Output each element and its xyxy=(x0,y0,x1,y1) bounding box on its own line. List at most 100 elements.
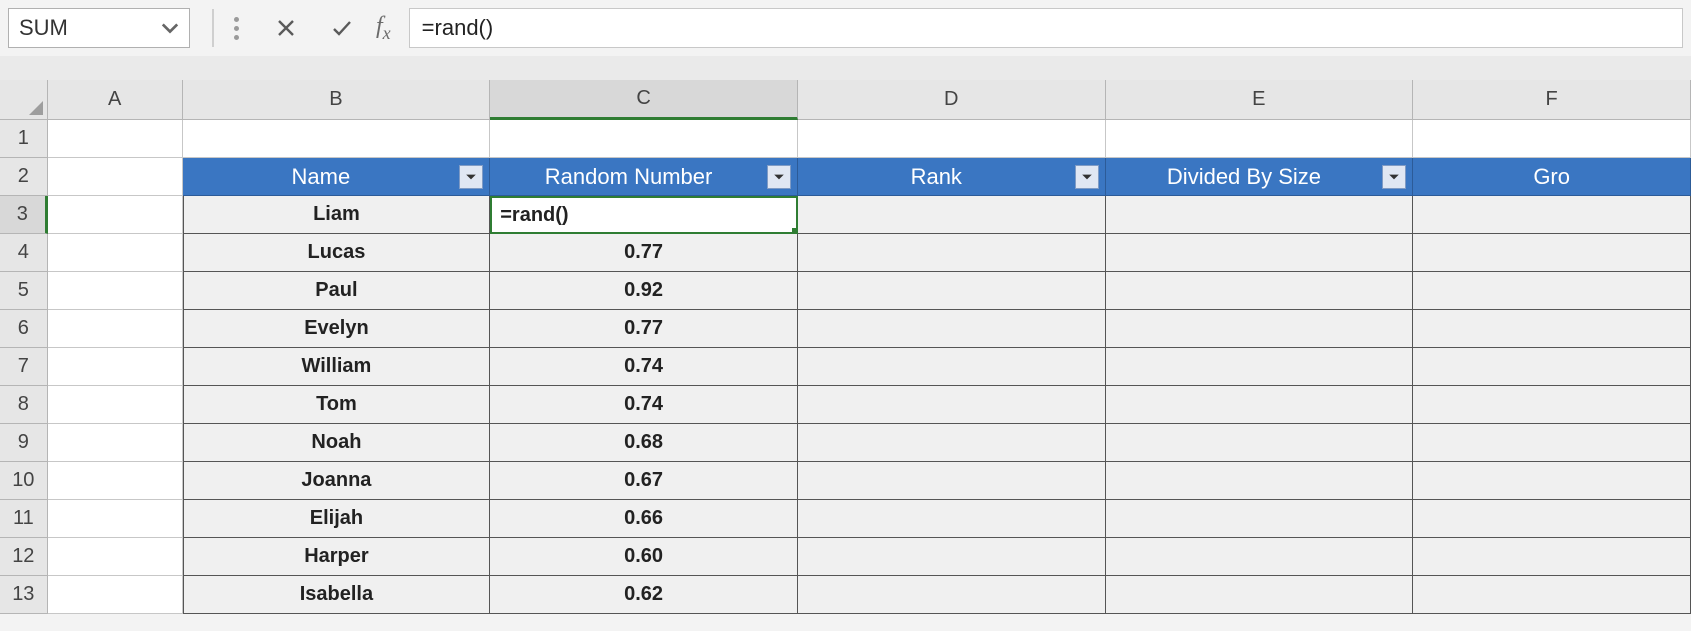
cell[interactable] xyxy=(48,538,183,576)
cell[interactable] xyxy=(1106,576,1414,614)
table-header-divided[interactable]: Divided By Size xyxy=(1106,158,1414,196)
cell[interactable] xyxy=(1413,310,1691,348)
cell[interactable] xyxy=(1106,462,1414,500)
row-header[interactable]: 11 xyxy=(0,500,48,538)
cell[interactable] xyxy=(1106,120,1414,158)
table-header-random[interactable]: Random Number xyxy=(490,158,798,196)
cell[interactable] xyxy=(798,234,1106,272)
cell-rand[interactable]: 0.60 xyxy=(490,538,798,576)
active-cell[interactable]: =rand() xyxy=(490,196,798,234)
cell[interactable] xyxy=(798,500,1106,538)
cell-rand[interactable]: 0.74 xyxy=(490,386,798,424)
table-header-group[interactable]: Gro xyxy=(1413,158,1691,196)
col-header-D[interactable]: D xyxy=(798,80,1106,120)
cell-rand[interactable]: 0.92 xyxy=(490,272,798,310)
cell[interactable] xyxy=(1413,348,1691,386)
cell[interactable] xyxy=(48,462,183,500)
cell[interactable] xyxy=(1106,386,1414,424)
cell[interactable] xyxy=(798,348,1106,386)
cell-name[interactable]: Isabella xyxy=(183,576,491,614)
select-all-button[interactable] xyxy=(0,80,48,120)
confirm-formula-button[interactable] xyxy=(320,8,364,48)
cell[interactable] xyxy=(48,272,183,310)
cell[interactable] xyxy=(1413,272,1691,310)
row-header[interactable]: 10 xyxy=(0,462,48,500)
cell-rand[interactable]: 0.68 xyxy=(490,424,798,462)
cell[interactable] xyxy=(183,120,491,158)
cell[interactable] xyxy=(1413,196,1691,234)
cell[interactable] xyxy=(48,386,183,424)
col-header-C[interactable]: C xyxy=(490,80,798,120)
filter-button[interactable] xyxy=(767,165,791,189)
row-header[interactable]: 1 xyxy=(0,120,48,158)
cell[interactable] xyxy=(48,576,183,614)
row-header[interactable]: 13 xyxy=(0,576,48,614)
cell-name[interactable]: William xyxy=(183,348,491,386)
cell[interactable] xyxy=(798,272,1106,310)
cell[interactable] xyxy=(798,576,1106,614)
cell[interactable] xyxy=(1413,234,1691,272)
row-header[interactable]: 7 xyxy=(0,348,48,386)
cancel-formula-button[interactable] xyxy=(264,8,308,48)
cell-name[interactable]: Lucas xyxy=(183,234,491,272)
cell[interactable] xyxy=(1106,538,1414,576)
cell[interactable] xyxy=(798,462,1106,500)
col-header-B[interactable]: B xyxy=(183,80,491,120)
cell-rand[interactable]: 0.74 xyxy=(490,348,798,386)
cell[interactable] xyxy=(798,310,1106,348)
cell[interactable] xyxy=(48,424,183,462)
cell[interactable] xyxy=(798,386,1106,424)
cell-rand[interactable]: 0.67 xyxy=(490,462,798,500)
cell-rand[interactable]: 0.77 xyxy=(490,310,798,348)
cell[interactable] xyxy=(48,120,183,158)
filter-button[interactable] xyxy=(1382,165,1406,189)
cell[interactable] xyxy=(48,348,183,386)
cell[interactable] xyxy=(1413,386,1691,424)
cell-rand[interactable]: 0.66 xyxy=(490,500,798,538)
formula-input[interactable]: =rand() xyxy=(409,8,1683,48)
cell[interactable] xyxy=(48,158,183,196)
cell[interactable] xyxy=(1106,348,1414,386)
cell[interactable] xyxy=(1106,424,1414,462)
cell[interactable] xyxy=(1413,462,1691,500)
cell[interactable] xyxy=(1106,234,1414,272)
cell[interactable] xyxy=(1413,538,1691,576)
table-header-rank[interactable]: Rank xyxy=(798,158,1106,196)
row-header[interactable]: 4 xyxy=(0,234,48,272)
cell[interactable] xyxy=(490,120,798,158)
cell[interactable] xyxy=(1413,424,1691,462)
row-header[interactable]: 12 xyxy=(0,538,48,576)
cell[interactable] xyxy=(48,310,183,348)
filter-button[interactable] xyxy=(459,165,483,189)
cell[interactable] xyxy=(1413,500,1691,538)
name-box[interactable]: SUM xyxy=(8,8,190,48)
cell-name[interactable]: Joanna xyxy=(183,462,491,500)
cell[interactable] xyxy=(798,538,1106,576)
cell[interactable] xyxy=(1106,272,1414,310)
row-header[interactable]: 6 xyxy=(0,310,48,348)
cell-rand[interactable]: 0.77 xyxy=(490,234,798,272)
cell[interactable] xyxy=(798,196,1106,234)
cell-name[interactable]: Tom xyxy=(183,386,491,424)
cell[interactable] xyxy=(1413,120,1691,158)
cell-rand[interactable]: 0.62 xyxy=(490,576,798,614)
row-header[interactable]: 5 xyxy=(0,272,48,310)
cell[interactable] xyxy=(48,234,183,272)
cell[interactable] xyxy=(1106,310,1414,348)
cell-name[interactable]: Noah xyxy=(183,424,491,462)
drag-handle-icon[interactable] xyxy=(228,8,244,48)
cell-name[interactable]: Paul xyxy=(183,272,491,310)
cell[interactable] xyxy=(798,424,1106,462)
cell[interactable] xyxy=(1106,196,1414,234)
cell[interactable] xyxy=(48,500,183,538)
cell-name[interactable]: Harper xyxy=(183,538,491,576)
table-header-name[interactable]: Name xyxy=(183,158,491,196)
cell[interactable] xyxy=(798,120,1106,158)
cell[interactable] xyxy=(1106,500,1414,538)
col-header-E[interactable]: E xyxy=(1106,80,1414,120)
row-header[interactable]: 2 xyxy=(0,158,48,196)
row-header[interactable]: 8 xyxy=(0,386,48,424)
cell-name[interactable]: Liam xyxy=(183,196,491,234)
fx-icon[interactable]: fx xyxy=(376,13,391,44)
row-header[interactable]: 9 xyxy=(0,424,48,462)
